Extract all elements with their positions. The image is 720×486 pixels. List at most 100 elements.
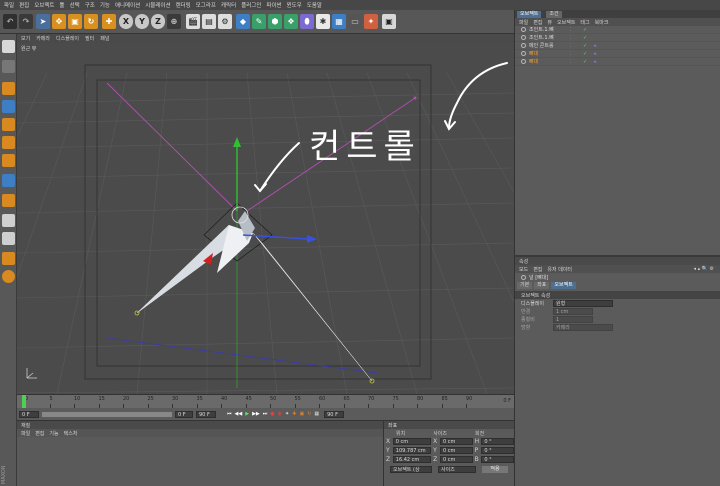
timeline-ruler[interactable]: 0 5 10 15 20 25 30 35 40 45 50 55 60 65 70 75 80 85 90 0 F	[17, 394, 514, 408]
previous-key-icon[interactable]: ◀◀	[235, 411, 243, 417]
object-manager-tab[interactable]: 조건	[546, 10, 562, 18]
3d-viewport[interactable]: 원근 뷰 컨트롤	[17, 43, 514, 394]
end-frame-field[interactable]: 90 F	[196, 410, 216, 418]
position-field[interactable]: 0 cm	[392, 438, 432, 445]
attribute-tab[interactable]: 기본	[517, 281, 533, 289]
size-field[interactable]: 0 cm	[439, 456, 473, 463]
record-icon[interactable]: ●	[270, 411, 274, 417]
menu-item[interactable]: 윈도우	[287, 1, 302, 9]
start-frame-field[interactable]: 0 F	[175, 410, 193, 418]
playhead[interactable]	[22, 395, 26, 408]
scale-tool-icon[interactable]: ▣	[68, 14, 82, 29]
array-icon[interactable]: ❖	[284, 14, 298, 29]
object-menu-item[interactable]: 오브젝트	[557, 19, 575, 26]
subdivision-icon[interactable]: ⬢	[268, 14, 282, 29]
texture-mode-icon[interactable]	[2, 82, 15, 95]
polygons-mode-icon[interactable]	[2, 154, 15, 167]
render-settings-icon[interactable]: ⚙	[218, 14, 232, 29]
paint-icon[interactable]	[2, 270, 15, 283]
menu-item[interactable]: 편집	[19, 1, 29, 9]
attribute-menu-item[interactable]: 모드	[519, 266, 528, 273]
attribute-tab[interactable]: 좌표	[534, 281, 550, 289]
check-icon[interactable]: ✓	[583, 27, 587, 33]
rotation-field[interactable]: 0 °	[481, 456, 515, 463]
axis-z-button[interactable]: Z	[151, 14, 165, 29]
timeline-range-slider[interactable]	[42, 411, 172, 417]
camera-icon[interactable]: ▭	[348, 14, 362, 29]
workplane-icon[interactable]	[2, 100, 15, 113]
position-field[interactable]: 109.787 cm	[392, 447, 432, 454]
display-dropdown[interactable]: 원형	[553, 299, 613, 307]
rotate-tool-icon[interactable]: ↻	[84, 14, 98, 29]
object-row[interactable]: 조인트.1.뼈 ⁚ ✓	[515, 26, 720, 34]
quantize-icon[interactable]	[2, 232, 15, 245]
object-menu-item[interactable]: 파일	[519, 19, 528, 26]
position-field[interactable]: 16.42 cm	[392, 456, 432, 463]
axis-mode-icon[interactable]	[2, 174, 15, 187]
object-row[interactable]: 뼈대 ⁚ ✓ ▸	[515, 58, 720, 66]
snap-icon[interactable]	[2, 214, 15, 227]
apply-button[interactable]: 적용	[482, 466, 508, 473]
visibility-dots-icon[interactable]: ⁚	[570, 27, 580, 33]
move-tool-icon[interactable]: ✥	[52, 14, 66, 29]
menu-item[interactable]: 파이썬	[266, 1, 281, 9]
rotation-field[interactable]: 0 °	[481, 438, 515, 445]
visibility-dots-icon[interactable]: ⁚	[570, 43, 580, 49]
menu-item[interactable]: 선택	[70, 1, 80, 9]
viewport-menu-item[interactable]: 패널	[100, 35, 109, 42]
tag-icon[interactable]: ▸	[594, 43, 597, 49]
coordinate-mode-dropdown[interactable]: 오브젝트 (상	[390, 466, 432, 473]
viewport-menu-item[interactable]: 필터	[85, 35, 94, 42]
render-picture-viewer-icon[interactable]: ▤	[202, 14, 216, 29]
object-name[interactable]: 조인트.1.뼈	[529, 26, 567, 33]
fps-field[interactable]: 90 F	[324, 410, 345, 418]
menu-item[interactable]: 렌더링	[176, 1, 191, 9]
menu-item[interactable]: 시뮬레이션	[145, 1, 170, 9]
object-name[interactable]: 뼈대	[529, 50, 567, 57]
model-mode-icon[interactable]	[2, 60, 15, 73]
menu-item[interactable]: 애니메이션	[115, 1, 140, 9]
render-view-icon[interactable]: 🎬	[186, 14, 200, 29]
key-rotation-icon[interactable]: ↻	[307, 411, 311, 417]
material-menu-item[interactable]: 파일	[21, 430, 30, 437]
points-mode-icon[interactable]	[2, 118, 15, 131]
attribute-field-value[interactable]: 1	[553, 315, 593, 323]
check-icon[interactable]: ✓	[583, 35, 587, 41]
material-menu-item[interactable]: 편집	[35, 430, 44, 437]
size-field[interactable]: 0 cm	[439, 447, 473, 454]
material-menu-item[interactable]: 기능	[49, 430, 58, 437]
object-menu-item[interactable]: 태그	[580, 19, 589, 26]
axis-x-button[interactable]: X	[119, 14, 133, 29]
check-icon[interactable]: ✓	[583, 51, 587, 57]
object-name[interactable]: 조인트.1.뼈	[529, 34, 567, 41]
menu-item[interactable]: 툴	[60, 1, 65, 9]
object-manager-tab[interactable]: 오브젝트	[517, 10, 542, 18]
scene-icon[interactable]: ✱	[316, 14, 330, 29]
object-name[interactable]: 메인 콘트롤	[529, 42, 567, 49]
object-menu-item[interactable]: 편집	[533, 19, 542, 26]
menu-item[interactable]: 기능	[100, 1, 110, 9]
menu-item[interactable]: 오브젝트	[34, 1, 54, 9]
object-row[interactable]: 뼈대 ⁚ ✓ ▸	[515, 50, 720, 58]
cube-icon[interactable]: ◆	[236, 14, 250, 29]
attribute-field-value[interactable]: 카메라	[553, 323, 613, 331]
undo-icon[interactable]: ↶	[3, 14, 17, 29]
transform-tool-icon[interactable]: ✚	[102, 14, 116, 29]
viewport-menu-item[interactable]: 디스플레이	[56, 35, 79, 42]
keyframe-selection-icon[interactable]: ✦	[285, 411, 289, 417]
check-icon[interactable]: ✓	[583, 43, 587, 49]
object-row[interactable]: 조인트.1.뼈 ⁚ ✓	[515, 34, 720, 42]
viewport-canvas[interactable]	[17, 43, 514, 394]
menu-item[interactable]: 캐릭터	[221, 1, 236, 9]
attribute-menu-item[interactable]: 유저 데이터	[547, 266, 572, 273]
size-mode-dropdown[interactable]: 사이즈	[438, 466, 476, 473]
key-param-icon[interactable]: ▦	[314, 411, 319, 417]
play-icon[interactable]: ▶	[245, 411, 249, 417]
key-scale-icon[interactable]: ▣	[299, 411, 304, 417]
attribute-field-value[interactable]: 1 cm	[553, 307, 593, 315]
menu-item[interactable]: 구조	[85, 1, 95, 9]
go-to-start-icon[interactable]: ⏮	[227, 411, 232, 417]
environment-icon[interactable]: ▦	[332, 14, 346, 29]
menu-item[interactable]: 플러그인	[241, 1, 261, 9]
current-frame-field[interactable]: 0 F	[19, 410, 39, 418]
